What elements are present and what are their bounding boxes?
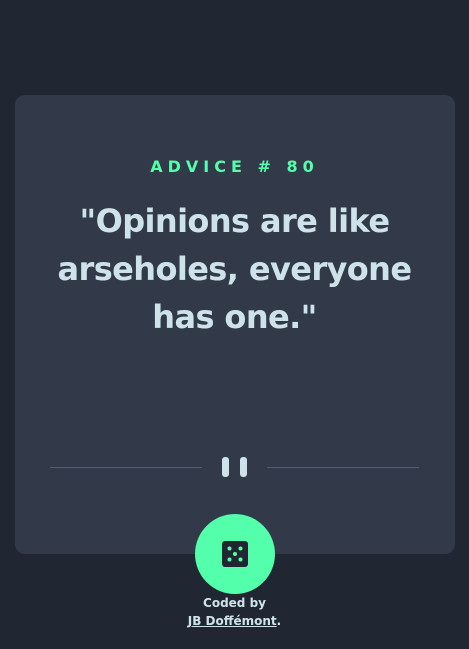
page: ADVICE # 80 "Opinions are like arseholes… <box>0 0 469 649</box>
advice-quote: "Opinions are like arseholes, everyone h… <box>57 202 412 336</box>
attribution-author-line: JB Doffémont. <box>0 612 469 630</box>
attribution-label: Coded by <box>203 596 266 610</box>
divider-line-left <box>50 467 202 468</box>
author-link[interactable]: JB Doffémont <box>188 614 277 628</box>
dice-icon <box>222 541 248 567</box>
pause-icon <box>222 457 248 479</box>
attribution-period: . <box>276 614 282 628</box>
divider-line-right <box>267 467 419 468</box>
advice-id-heading: ADVICE # 80 <box>150 157 319 176</box>
attribution: Coded by JB Doffémont. <box>0 594 469 630</box>
pause-bar-right <box>240 457 247 477</box>
pause-bar-left <box>222 457 229 477</box>
new-advice-button[interactable] <box>195 514 275 594</box>
